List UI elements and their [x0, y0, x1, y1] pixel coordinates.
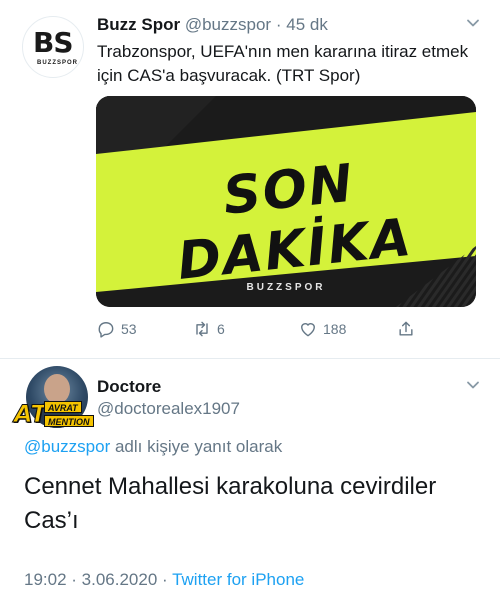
tweet-media-image[interactable]: SON DAKİKA BUZZSPOR	[96, 96, 476, 307]
replying-to: @buzzspor adlı kişiye yanıt olarak	[24, 437, 282, 457]
tweet-actions: 53 6 188	[96, 318, 476, 340]
retweet-button[interactable]: 6	[192, 318, 225, 340]
time-separator: ·	[275, 15, 282, 34]
reply-text: Cennet Mahallesi karakoluna cevirdiler C…	[24, 470, 484, 538]
replying-mention-link[interactable]: @buzzspor	[24, 437, 110, 456]
tweet-time[interactable]: 45 dk	[286, 15, 328, 34]
badge-top: AVRAT	[44, 401, 82, 413]
timestamp-text[interactable]: 19:02 · 3.06.2020 ·	[24, 570, 172, 589]
like-button[interactable]: 188	[298, 318, 346, 340]
tweet-header: Buzz Spor @buzzspor · 45 dk	[97, 14, 328, 36]
badge-main: AT	[14, 400, 48, 428]
retweet-count: 6	[217, 321, 225, 337]
source-link[interactable]: Twitter for iPhone	[172, 570, 304, 589]
avatar[interactable]: BS BUZZSPOR	[22, 16, 84, 78]
reply-count: 53	[121, 321, 137, 337]
share-button[interactable]	[396, 318, 416, 340]
tweet-buzzspor[interactable]: BS BUZZSPOR Buzz Spor @buzzspor · 45 dk …	[0, 0, 500, 356]
reply-button[interactable]: 53	[96, 318, 137, 340]
divider	[0, 358, 500, 359]
buzzspor-logo: BS	[33, 26, 74, 59]
chevron-down-icon[interactable]	[466, 378, 480, 392]
avratmention-badge: AT AVRAT MENTION	[14, 397, 94, 431]
reply-author-handle[interactable]: @doctorealex1907	[97, 399, 240, 419]
author-name[interactable]: Buzz Spor	[97, 15, 180, 34]
avatar-sub-label: BUZZSPOR	[37, 60, 78, 66]
media-brand: BUZZSPOR	[246, 282, 326, 293]
retweet-icon	[196, 321, 208, 337]
author-handle[interactable]: @buzzspor	[185, 15, 271, 34]
badge-bottom: MENTION	[44, 415, 94, 427]
reply-text-line: Cas’ı	[24, 507, 79, 534]
like-icon	[301, 323, 315, 337]
chevron-down-icon[interactable]	[466, 16, 480, 30]
replying-suffix: adlı kişiye yanıt olarak	[110, 437, 283, 456]
like-count: 188	[323, 321, 347, 337]
share-icon	[399, 321, 413, 336]
tweet-text: Trabzonspor, UEFA'nın men kararına itira…	[97, 42, 469, 85]
reply-author-name[interactable]: Doctore	[97, 377, 161, 397]
reply-timestamp: 19:02 · 3.06.2020 · Twitter for iPhone	[24, 570, 304, 590]
reply-text-line: Cennet Mahallesi karakoluna cevirdiler	[24, 473, 437, 500]
reply-icon	[98, 322, 114, 338]
